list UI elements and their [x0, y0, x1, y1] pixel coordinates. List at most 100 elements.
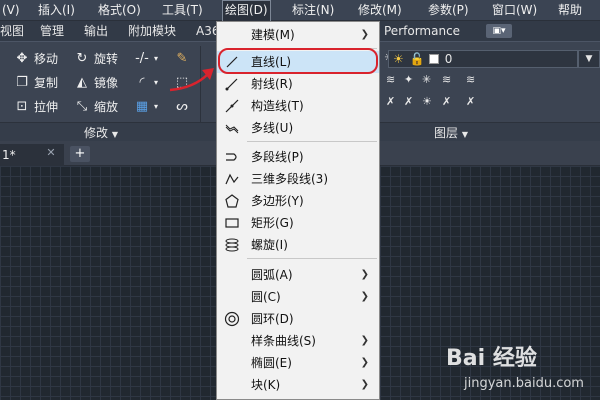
menu-item-polyline[interactable]: 多段线(P) [217, 146, 379, 168]
rectangle-icon [223, 215, 241, 231]
layer-select[interactable]: ☀ 🔓 0 [388, 50, 578, 68]
layer-tool-icon[interactable]: ✗ [404, 96, 418, 108]
menu-tools[interactable]: 工具(T) [160, 0, 205, 21]
chevron-down-icon: ▼ [111, 130, 118, 139]
menu-item-arc[interactable]: 圆弧(A) ❯ [217, 264, 379, 286]
menu-item-label: 圆环(D) [251, 312, 294, 326]
menu-draw[interactable]: 绘图(D) [222, 0, 271, 22]
menu-item-label: 圆弧(A) [251, 268, 293, 282]
menu-item-label: 椭圆(E) [251, 356, 292, 370]
chevron-right-icon: ❯ [360, 291, 369, 302]
fillet-icon: ◜ [139, 74, 145, 90]
offset-button[interactable]: ᔕ [174, 96, 194, 116]
menu-item-label: 三维多段线(3) [251, 172, 328, 186]
array-icon: ▦ [135, 98, 149, 114]
chevron-right-icon: ❯ [360, 335, 369, 346]
menu-dimension[interactable]: 标注(N) [290, 0, 336, 21]
construction-line-icon [223, 98, 241, 114]
chevron-right-icon: ❯ [360, 357, 369, 368]
menu-item-donut[interactable]: 圆环(D) [217, 308, 379, 330]
layer-tool-icon[interactable]: ≋ [386, 74, 400, 86]
move-label: 移动 [34, 51, 59, 66]
menu-item-label: 多线(U) [251, 121, 294, 135]
multiline-icon [223, 120, 241, 136]
tab-output[interactable]: 输出 [84, 21, 108, 41]
scale-button[interactable]: ⤡ 缩放 [74, 96, 118, 116]
lock-icon: 🔓 [409, 52, 425, 66]
menu-item-multiline[interactable]: 多线(U) [217, 117, 379, 139]
fillet-button[interactable]: ◜ ▾ [134, 72, 158, 92]
menu-item-modeling[interactable]: 建模(M) ❯ [217, 24, 379, 46]
helix-icon [223, 237, 241, 253]
new-tab-button[interactable]: + [70, 146, 90, 162]
menu-help[interactable]: 帮助 [556, 0, 584, 21]
close-icon[interactable]: ✕ [42, 144, 60, 162]
menu-item-helix[interactable]: 螺旋(I) [217, 234, 379, 256]
offset-icon: ᔕ [176, 98, 188, 114]
annotation-highlight-outline [218, 48, 378, 74]
tab-manage[interactable]: 管理 [40, 21, 64, 41]
polygon-icon [223, 193, 241, 209]
trim-icon: -/- [135, 50, 149, 66]
rotate-button[interactable]: ↻ 旋转 [74, 48, 118, 68]
layer-tool-icon[interactable]: ☀ [422, 96, 436, 108]
menu-item-label: 多边形(Y) [251, 194, 304, 208]
donut-icon [223, 311, 241, 327]
chevron-right-icon: ❯ [360, 29, 369, 40]
menu-item-block[interactable]: 块(K) ❯ [217, 374, 379, 396]
menu-parametric[interactable]: 参数(P) [426, 0, 471, 21]
tab-addins[interactable]: 附加模块 [128, 21, 176, 41]
menu-item-spline[interactable]: 样条曲线(S) ❯ [217, 330, 379, 352]
tab-performance[interactable]: Performance [384, 21, 460, 41]
tab-view[interactable]: 视图 [0, 21, 24, 41]
rotate-icon: ↻ [76, 50, 88, 66]
layer-tool-icon[interactable]: ≋ [442, 74, 456, 86]
polyline-icon [223, 149, 241, 165]
stretch-button[interactable]: ⊡ 拉伸 [14, 96, 58, 116]
tab-overflow-button[interactable]: ▣▾ [486, 24, 512, 38]
move-button[interactable]: ✥ 移动 [14, 48, 58, 68]
menu-item-label: 构造线(T) [251, 99, 304, 113]
layer-tool-icon[interactable]: ✦ [404, 74, 418, 86]
stretch-icon: ⊡ [16, 98, 28, 114]
layer-name: 0 [444, 52, 453, 66]
layer-tool-icon[interactable]: ✗ [466, 96, 480, 108]
copy-icon: ❐ [16, 74, 28, 90]
menu-item-label: 射线(R) [251, 77, 293, 91]
3d-polyline-icon [223, 171, 241, 187]
array-button[interactable]: ▦ ▾ [134, 96, 158, 116]
menu-item-ellipse[interactable]: 椭圆(E) ❯ [217, 352, 379, 374]
array-dropdown-icon: ▾ [154, 101, 159, 111]
menu-insert[interactable]: 插入(I) [36, 0, 77, 21]
menu-item-ray[interactable]: 射线(R) [217, 73, 379, 95]
menu-item-polygon[interactable]: 多边形(Y) [217, 190, 379, 212]
menu-separator [247, 141, 377, 142]
menu-item-label: 样条曲线(S) [251, 334, 316, 348]
layer-dropdown-arrow[interactable]: ▼ [578, 50, 600, 68]
menu-separator [247, 258, 377, 259]
mirror-button[interactable]: ◭ 镜像 [74, 72, 118, 92]
layers-panel-title[interactable]: 图层 ▼ [434, 123, 468, 143]
menu-bar: (V) 插入(I) 格式(O) 工具(T) 绘图(D) 标注(N) 修改(M) … [0, 0, 600, 22]
watermark: Bai 经验 jingyan.baidu.com [446, 340, 596, 398]
layer-tool-icon[interactable]: ✳ [422, 74, 436, 86]
menu-item-circle[interactable]: 圆(C) ❯ [217, 286, 379, 308]
menu-item-construction-line[interactable]: 构造线(T) [217, 95, 379, 117]
menu-item-label: 多段线(P) [251, 150, 304, 164]
layer-tool-icon[interactable]: ≋ [466, 74, 480, 86]
trim-button[interactable]: -/- ▾ [134, 48, 158, 68]
menu-window[interactable]: 窗口(W) [490, 0, 539, 21]
copy-label: 复制 [34, 75, 59, 90]
menu-format[interactable]: 格式(O) [96, 0, 143, 21]
menu-view[interactable]: (V) [0, 0, 22, 21]
menu-item-3d-polyline[interactable]: 三维多段线(3) [217, 168, 379, 190]
copy-button[interactable]: ❐ 复制 [14, 72, 58, 92]
modify-panel-title[interactable]: 修改 ▼ [84, 123, 118, 143]
menu-item-rectangle[interactable]: 矩形(G) [217, 212, 379, 234]
layer-tool-icon[interactable]: ✗ [386, 96, 400, 108]
watermark-logo: Bai 经验 [446, 346, 537, 371]
layer-tool-icon[interactable]: ✗ [442, 96, 456, 108]
menu-modify[interactable]: 修改(M) [356, 0, 404, 21]
mirror-icon: ◭ [77, 74, 87, 90]
menu-item-label: 圆(C) [251, 290, 281, 304]
